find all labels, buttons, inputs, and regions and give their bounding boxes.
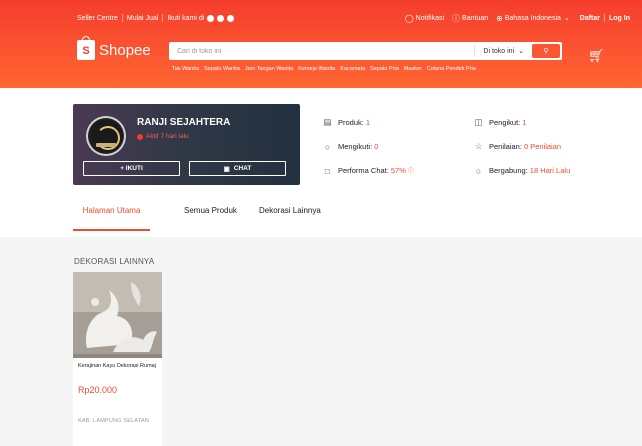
- chat-icon: ▣: [223, 165, 230, 173]
- search-scope-dropdown[interactable]: Di toko ini ⌄: [474, 45, 532, 57]
- keyword-link[interactable]: Sepatu Wanita: [204, 66, 240, 72]
- top-nav: Seller Centre Mulai Jual Ikuti kami di ◯…: [77, 11, 630, 25]
- chevron-down-icon: ⌄: [518, 48, 524, 55]
- search-icon: ⚲: [543, 48, 549, 55]
- product-image: [73, 272, 162, 358]
- chat-button[interactable]: ▣ CHAT: [189, 161, 286, 176]
- brand-name: Shopee: [99, 41, 151, 59]
- divider: [162, 14, 164, 22]
- keyword-link[interactable]: Celana Pendek Pria: [427, 66, 476, 72]
- person-icon: ○: [324, 141, 331, 152]
- stat-label: Bergabung:: [489, 166, 528, 175]
- product-photo: [73, 272, 162, 358]
- help-link[interactable]: ⓘ Bantuan: [452, 13, 488, 24]
- shop-stats-left: ▤ Produk: 1 ○ Mengikuti: 0 □ Performa Ch…: [323, 117, 414, 189]
- product-price: Rp20.000: [78, 385, 118, 395]
- shop-tabs: Halaman Utama Semua Produk Dekorasi Lain…: [0, 197, 642, 237]
- section-title: DEKORASI LAINNYA: [74, 257, 155, 266]
- shop-stats-right: ◫ Pengikut: 1 ☆ Penilaian: 0 Penilaian ○…: [474, 117, 570, 189]
- chevron-down-icon: ⌄: [563, 15, 570, 22]
- search-bar: Di toko ini ⌄ ⚲: [169, 42, 562, 60]
- person-icon: ○: [475, 165, 482, 176]
- notifications-link[interactable]: ◯ Notifikasi: [405, 14, 444, 23]
- search-input[interactable]: [169, 44, 475, 58]
- stat-label: Penilaian:: [489, 142, 522, 151]
- header: Seller Centre Mulai Jual Ikuti kami di ◯…: [0, 0, 642, 88]
- keyword-link[interactable]: Jam Tangan Wanita: [245, 66, 293, 72]
- keyword-link[interactable]: Masker: [404, 66, 422, 72]
- keyword-link[interactable]: Kacamata: [340, 66, 365, 72]
- stat-label: Pengikut:: [489, 118, 521, 127]
- stat-label: Performa Chat:: [338, 166, 389, 175]
- globe-icon: ⊕: [496, 13, 503, 23]
- divider: [604, 14, 605, 22]
- status-dot-icon: [137, 133, 143, 140]
- line-icon[interactable]: [227, 14, 235, 22]
- stat-label: Produk:: [338, 118, 364, 127]
- follow-label: + IKUTI: [120, 165, 143, 172]
- stat-joined: ○ Bergabung: 18 Hari Lalu: [474, 165, 570, 176]
- follow-us-label: Ikuti kami di: [167, 14, 205, 22]
- stat-label: Mengikuti:: [338, 142, 373, 151]
- search-button[interactable]: ⚲: [532, 44, 560, 58]
- keyword-link[interactable]: Sepatu Pria: [370, 66, 399, 72]
- tab-home[interactable]: Halaman Utama: [73, 206, 150, 231]
- info-icon[interactable]: ⓘ: [408, 166, 414, 175]
- product-location: KAB. LAMPUNG SELATAN: [78, 418, 150, 424]
- stat-rating: ☆ Penilaian: 0 Penilaian: [474, 141, 570, 152]
- language-label: Bahasa Indonesia: [504, 14, 561, 22]
- instagram-icon[interactable]: [217, 14, 225, 22]
- stat-value: 0 Penilaian: [523, 142, 562, 151]
- stat-chat-performance: □ Performa Chat: 57% ⓘ: [323, 165, 414, 176]
- product-card[interactable]: Kerajinan Kayu Dekorasi Rumaj Rp20.000 K…: [73, 272, 162, 446]
- search-keywords: Tas Wanita Sepatu Wanita Jam Tangan Wani…: [172, 66, 476, 72]
- stat-value: 1: [365, 118, 371, 127]
- shop-avatar[interactable]: [86, 116, 126, 156]
- shop-status: Aktif 7 hari lalu: [137, 133, 189, 140]
- language-selector[interactable]: ⊕ Bahasa Indonesia ⌄: [496, 14, 570, 23]
- stat-value: 1: [522, 118, 527, 127]
- tab-other-decor[interactable]: Dekorasi Lainnya: [259, 206, 321, 229]
- shop-card: RANJI SEJAHTERA Aktif 7 hari lalu + IKUT…: [73, 104, 300, 185]
- divider: [121, 14, 123, 22]
- tab-all-products[interactable]: Semua Produk: [184, 206, 237, 229]
- start-selling-link[interactable]: Mulai Jual: [127, 15, 159, 22]
- stat-value: 57%: [390, 166, 406, 175]
- stat-products: ▤ Produk: 1: [323, 117, 414, 128]
- product-name[interactable]: Kerajinan Kayu Dekorasi Rumaj: [73, 358, 162, 380]
- keyword-link[interactable]: Kemeja Wanita: [298, 66, 335, 72]
- chat-bubble-icon: □: [324, 165, 331, 176]
- stat-value: 0: [374, 142, 379, 151]
- star-icon: ☆: [474, 141, 483, 151]
- shopping-bag-icon: S: [77, 36, 95, 60]
- shop-name: RANJI SEJAHTERA: [137, 117, 231, 128]
- facebook-icon[interactable]: [207, 14, 215, 22]
- follow-button[interactable]: + IKUTI: [83, 161, 180, 176]
- status-text: Aktif 7 hari lalu: [146, 133, 189, 140]
- keyword-link[interactable]: Tas Wanita: [172, 66, 199, 72]
- stat-value: 18 Hari Lalu: [529, 166, 571, 175]
- chat-label: CHAT: [233, 165, 252, 172]
- register-link[interactable]: Daftar: [580, 15, 600, 22]
- cart-icon[interactable]: 🛒︎: [588, 48, 605, 64]
- seller-centre-link[interactable]: Seller Centre: [77, 15, 118, 22]
- login-link[interactable]: Log In: [609, 15, 630, 22]
- stat-followers: ◫ Pengikut: 1: [474, 117, 570, 128]
- search-scope-label: Di toko ini: [483, 47, 515, 55]
- question-icon: ⓘ: [452, 13, 461, 23]
- followers-icon: ◫: [474, 117, 483, 127]
- stat-following: ○ Mengikuti: 0: [323, 141, 414, 152]
- notifications-label: Notifikasi: [415, 14, 445, 22]
- help-label: Bantuan: [462, 14, 489, 22]
- bell-icon: ◯: [404, 13, 414, 23]
- store-icon: ▤: [323, 117, 332, 127]
- shopee-logo[interactable]: S Shopee: [77, 36, 151, 60]
